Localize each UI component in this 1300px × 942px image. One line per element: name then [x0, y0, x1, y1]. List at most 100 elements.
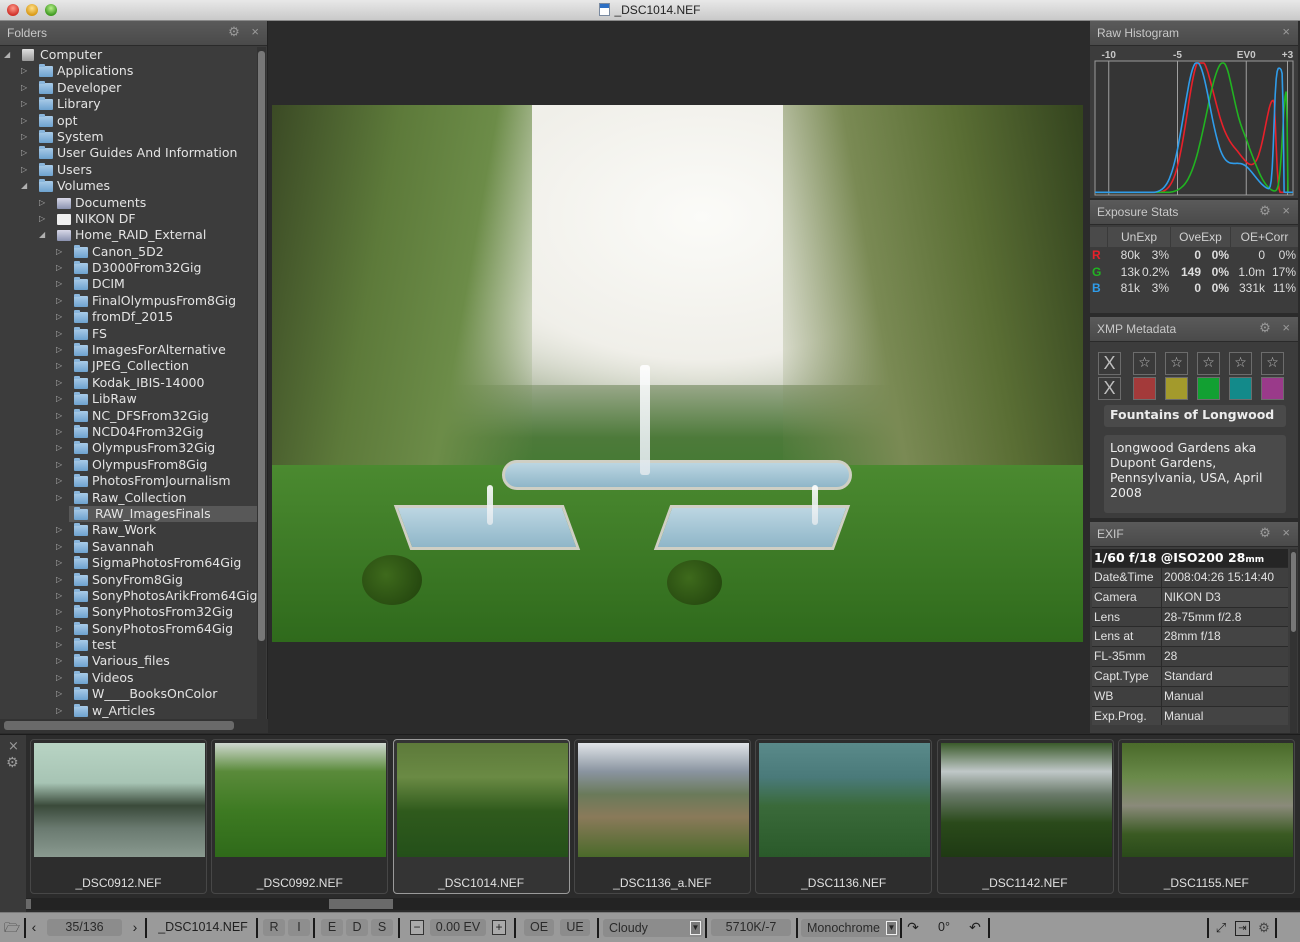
folder-tree-item[interactable]: ▷ Users [0, 162, 258, 178]
folder-tree-item[interactable]: ▷ w_Articles [0, 703, 258, 719]
scroll-thumb[interactable] [4, 721, 234, 730]
expand-arrow-icon[interactable]: ▷ [21, 113, 31, 129]
filmstrip-thumbnail[interactable]: _DSC0912.NEF [30, 739, 207, 894]
expand-arrow-icon[interactable]: ▷ [21, 63, 31, 79]
folder-tree-item[interactable]: ▷ Raw_Work [0, 522, 258, 538]
gear-icon[interactable]: ⚙ [227, 25, 241, 39]
expand-arrow-icon[interactable]: ▷ [56, 473, 66, 489]
folder-tree-item[interactable]: ▷ DCIM [0, 276, 258, 292]
star-rating-button-5[interactable]: ☆ [1261, 352, 1284, 375]
main-photo[interactable] [272, 105, 1083, 642]
expand-arrow-icon[interactable]: ▷ [21, 96, 31, 112]
profile-dropdown[interactable]: Monochrome ▼ [801, 919, 899, 937]
folder-tree-item[interactable]: ▷ test [0, 637, 258, 653]
expand-arrow-icon[interactable]: ▷ [56, 522, 66, 538]
expand-arrow-icon[interactable]: ▷ [56, 604, 66, 620]
close-icon[interactable]: × [1282, 204, 1290, 218]
expand-arrow-icon[interactable]: ▷ [21, 145, 31, 161]
expand-arrow-icon[interactable]: ▷ [56, 375, 66, 391]
folder-tree-item[interactable]: ▷ W____BooksOnColor [0, 686, 258, 702]
close-icon[interactable]: × [8, 739, 19, 754]
color-label-swatch[interactable] [1133, 377, 1156, 400]
exif-scrollbar[interactable] [1290, 549, 1297, 733]
xmp-title-field[interactable]: Fountains of Longwood [1104, 405, 1286, 427]
expand-arrow-icon[interactable]: ▷ [56, 653, 66, 669]
expand-arrow-icon[interactable]: ▷ [56, 703, 66, 719]
folder-tree-item[interactable]: ▷ FS [0, 326, 258, 342]
expand-arrow-icon[interactable]: ▷ [56, 342, 66, 358]
folder-tree-item[interactable]: ▷ fromDf_2015 [0, 309, 258, 325]
close-icon[interactable]: × [1282, 321, 1290, 335]
settings-gear-icon[interactable]: ⚙ [1256, 919, 1272, 936]
expand-arrow-icon[interactable]: ▷ [56, 588, 66, 604]
folder-tree-item[interactable]: RAW_ImagesFinals [0, 505, 258, 522]
reject-rating-button[interactable]: X [1098, 352, 1121, 375]
filmstrip-thumbnail[interactable]: _DSC1142.NEF [936, 739, 1114, 894]
folder-tree-item[interactable]: ▷ SonyFrom8Gig [0, 572, 258, 588]
clear-color-label-button[interactable]: X [1098, 377, 1121, 400]
decrease-ev-button[interactable]: − [410, 920, 424, 935]
expand-arrow-icon[interactable]: ▷ [56, 686, 66, 702]
folder-tree-horizontal-scrollbar[interactable] [0, 719, 268, 733]
rotate-left-icon[interactable]: ↶ [966, 919, 984, 936]
folder-tree-item[interactable]: ▷ Applications [0, 63, 258, 79]
folder-tree-item[interactable]: ▷ Documents [0, 195, 258, 211]
rotate-right-icon[interactable]: ↷ [905, 919, 921, 936]
expand-arrow-icon[interactable]: ▷ [56, 408, 66, 424]
gear-icon[interactable]: ⚙ [6, 755, 19, 771]
expand-arrow-icon[interactable]: ▷ [39, 211, 49, 227]
folder-tree-item[interactable]: ▷ Library [0, 96, 258, 112]
expand-arrow-icon[interactable]: ▷ [56, 424, 66, 440]
edit-button[interactable]: E [321, 919, 343, 936]
folder-tree-item[interactable]: ▷ SonyPhotosFrom64Gig [0, 621, 258, 637]
gear-icon[interactable]: ⚙ [1258, 321, 1272, 335]
folder-tree-item[interactable]: ▷ D3000From32Gig [0, 260, 258, 276]
expand-arrow-icon[interactable]: ▷ [56, 539, 66, 555]
scroll-thumb[interactable] [258, 51, 265, 641]
folder-tree-item[interactable]: ▷ User Guides And Information [0, 145, 258, 161]
previous-image-button[interactable]: ‹ [29, 919, 39, 936]
folder-tree-item[interactable]: ▷ NCD04From32Gig [0, 424, 258, 440]
folder-tree-item[interactable]: ▷ Canon_5D2 [0, 244, 258, 260]
expand-arrow-icon[interactable]: ▷ [56, 244, 66, 260]
d-button[interactable]: D [346, 919, 368, 936]
expand-arrow-icon[interactable]: ▷ [56, 670, 66, 686]
folder-tree-item[interactable]: ▷ Raw_Collection [0, 490, 258, 506]
folder-tree-item[interactable]: ▷ NIKON DF [0, 211, 258, 227]
close-icon[interactable]: × [251, 25, 259, 39]
increase-ev-button[interactable]: + [492, 920, 506, 935]
scroll-thumb[interactable] [1291, 552, 1296, 632]
folder-tree-vertical-scrollbar[interactable] [257, 47, 266, 719]
scroll-thumb[interactable] [329, 899, 393, 909]
folder-tree-item[interactable]: ▷ JPEG_Collection [0, 358, 258, 374]
folder-tree-item[interactable]: ▷ Various_files [0, 653, 258, 669]
filmstrip-thumbnail[interactable]: _DSC0992.NEF [211, 739, 389, 894]
expand-arrow-icon[interactable]: ▷ [56, 457, 66, 473]
close-icon[interactable]: × [1282, 526, 1290, 540]
folder-tree-item[interactable]: ▷ ImagesForAlternative [0, 342, 258, 358]
close-icon[interactable]: × [1282, 25, 1290, 39]
folder-tree-item[interactable]: ◢ Home_RAID_External [0, 227, 258, 243]
s-button[interactable]: S [371, 919, 393, 936]
expand-arrow-icon[interactable]: ▷ [21, 80, 31, 96]
folder-tree-item[interactable]: ▷ SonyPhotosFrom32Gig [0, 604, 258, 620]
next-image-button[interactable]: › [130, 919, 140, 936]
expand-arrow-icon[interactable]: ▷ [56, 309, 66, 325]
toggle-panel-icon[interactable]: ⇥ [1235, 921, 1250, 936]
folder-tree-item[interactable]: ▷ SonyPhotosArikFrom64Gig [0, 588, 258, 604]
filmstrip-thumbnail[interactable]: _DSC1136_a.NEF [573, 739, 751, 894]
filmstrip-thumbnail[interactable]: _DSC1014.NEF [392, 739, 570, 894]
collapse-arrow-icon[interactable]: ◢ [4, 47, 14, 63]
expand-arrow-icon[interactable]: ▷ [39, 195, 49, 211]
folder-tree-item[interactable]: ▷ Videos [0, 670, 258, 686]
expand-arrow-icon[interactable]: ▷ [56, 293, 66, 309]
gear-icon[interactable]: ⚙ [1258, 204, 1272, 218]
raw-view-button[interactable]: R [263, 919, 285, 936]
expand-arrow-icon[interactable]: ▷ [56, 358, 66, 374]
folder-tree-item[interactable]: ▷ LibRaw [0, 391, 258, 407]
underexposure-toggle[interactable]: UE [560, 919, 590, 936]
overexposure-toggle[interactable]: OE [524, 919, 554, 936]
folder-tree-item[interactable]: ▷ OlympusFrom8Gig [0, 457, 258, 473]
color-label-swatch[interactable] [1165, 377, 1188, 400]
folder-tree-item[interactable]: ▷ Kodak_IBIS-14000 [0, 375, 258, 391]
